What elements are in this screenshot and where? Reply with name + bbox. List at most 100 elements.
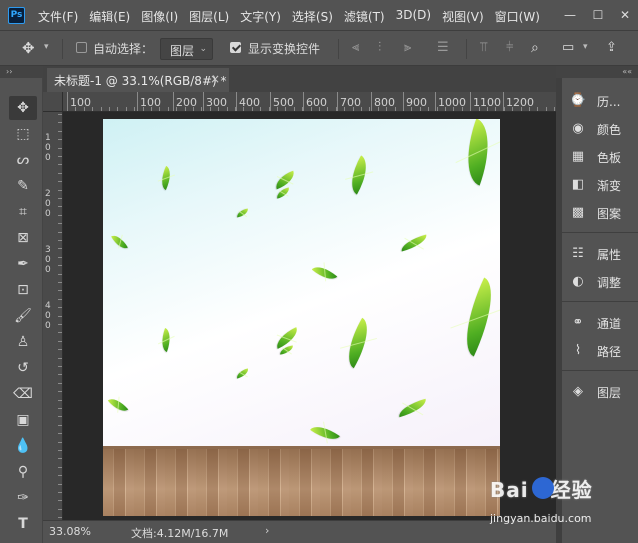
type-tool-icon[interactable]: T [9,512,37,536]
panel-channels[interactable]: ⚭ 通道 [567,312,635,334]
panel-gradients[interactable]: ◧ 渐变 [567,174,635,196]
ruler-minor-tick [58,164,62,165]
ruler-minor-tick [302,107,303,111]
ruler-minor-tick [58,425,62,426]
panel-paths[interactable]: ⌇ 路径 [567,340,635,362]
menu-select[interactable]: 选择(S) [292,8,333,25]
ruler-label: 600 [306,96,327,109]
menu-edit[interactable]: 编辑(E) [89,8,130,25]
separator [338,39,339,59]
dodge-tool-icon[interactable]: ⚲ [9,460,37,484]
workspace-dropdown-icon[interactable]: ▾ [583,42,588,52]
align-left-icon[interactable]: ⫷ [352,40,359,55]
menu-window[interactable]: 窗口(W) [495,8,540,25]
search-icon[interactable]: ⌕ [531,40,539,56]
show-transform-checkbox[interactable] [230,42,241,53]
toolbar-collapse[interactable]: ›› [0,66,43,78]
vertical-ruler[interactable]: 100200300400 [43,112,63,520]
gradient-tool-icon[interactable]: ▣ [9,408,37,432]
canvas-area[interactable] [63,112,556,520]
distribute-icon[interactable]: ☰ [437,40,449,55]
ruler-minor-tick [58,349,62,350]
ruler-tick [203,92,204,111]
healing-tool-icon[interactable]: ⊡ [9,278,37,302]
history-brush-tool-icon[interactable]: ↺ [9,356,37,380]
ruler-corner[interactable] [43,92,63,112]
crop-tool-icon[interactable]: ⌗ [9,200,37,224]
panel-label: 通道 [597,317,622,331]
zoom-level[interactable]: 33.08% [49,525,91,538]
horizontal-ruler[interactable]: 100 100 200 300 400 500 600 700 800 900 1000 1100 12… [63,92,556,112]
panels-collapse[interactable]: «« [556,66,638,78]
align-top-icon[interactable]: ⫪ [480,40,487,55]
status-menu-arrow[interactable]: › [265,524,269,537]
align-right-icon[interactable]: ⫸ [404,40,411,55]
blur-tool-icon[interactable]: 💧 [9,434,37,458]
minimize-button[interactable]: — [562,7,578,23]
preset-dropdown-icon[interactable]: ▾ [44,42,49,52]
document-tab-title: 未标题-1 @ 33.1%(RGB/8#) * [54,74,227,88]
ruler-minor-tick [243,107,244,111]
auto-select-checkbox[interactable] [76,42,87,53]
lasso-tool-icon[interactable]: ᔕ [9,148,37,172]
panel-patterns[interactable]: ▩ 图案 [567,202,635,224]
ruler-minor-tick [521,107,522,111]
close-window-button[interactable]: ✕ [617,7,633,23]
ruler-label: 0 [45,311,51,321]
menu-layer[interactable]: 图层(L) [189,8,229,25]
ruler-minor-tick [168,107,169,111]
leaf-image [272,170,298,190]
eyedropper-tool-icon[interactable]: ✒ [9,252,37,276]
panel-swatches[interactable]: ▦ 色板 [567,146,635,168]
ruler-minor-tick [58,173,62,174]
ruler-minor-tick [546,107,547,111]
ruler-minor-tick [101,107,102,111]
document-canvas[interactable] [103,119,500,516]
marquee-tool-icon[interactable]: ⬚ [9,122,37,146]
ruler-tick [371,92,372,111]
clone-stamp-tool-icon[interactable]: ♙ [9,330,37,354]
close-tab-icon[interactable]: × [210,72,220,86]
panel-color[interactable]: ◉ 颜色 [567,118,635,140]
move-tool-icon[interactable]: ✥ [9,96,37,120]
watermark-brand-text: Bai [490,478,529,502]
pen-tool-icon[interactable]: ✑ [9,486,37,510]
eraser-tool-icon[interactable]: ⌫ [9,382,37,406]
ruler-minor-tick [487,107,488,111]
leaf-image [107,394,129,416]
align-center-icon[interactable]: ⫶ [378,40,381,55]
quick-select-tool-icon[interactable]: ✎ [9,174,37,198]
menu-type[interactable]: 文字(Y) [240,8,281,25]
baidu-paw-icon [532,477,554,499]
brush-tool-icon[interactable]: 🖌 [9,304,37,328]
ruler-minor-tick [420,107,421,111]
workspace-icon[interactable]: ▭ [562,40,574,55]
move-tool-preset-icon[interactable]: ✥ [22,39,35,57]
ruler-minor-tick [58,307,62,308]
panel-history[interactable]: ⌚ 历... [567,90,635,112]
ruler-minor-tick [58,232,62,233]
menu-3d[interactable]: 3D(D) [396,8,431,25]
document-tab[interactable]: 未标题-1 @ 33.1%(RGB/8#) * × [47,68,229,92]
ruler-tick [303,92,304,111]
frame-tool-icon[interactable]: ⊠ [9,226,37,250]
share-icon[interactable]: ⇪ [606,40,617,55]
menu-view[interactable]: 视图(V) [442,8,484,25]
ruler-minor-tick [58,114,62,115]
panel-adjustments[interactable]: ◐ 调整 [567,271,635,293]
maximize-button[interactable]: ☐ [590,7,606,23]
ruler-minor-tick [58,290,62,291]
menu-image[interactable]: 图像(I) [141,8,178,25]
menu-file[interactable]: 文件(F) [38,8,78,25]
panel-properties[interactable]: ☷ 属性 [567,243,635,265]
align-middle-icon[interactable]: ⫩ [506,40,513,55]
ruler-minor-tick [445,107,446,111]
menu-filter[interactable]: 滤镜(T) [344,8,385,25]
ruler-label: 4 [45,301,51,311]
layers-stack-icon: ◈ [573,384,583,399]
separator [62,39,63,59]
panel-layers[interactable]: ◈ 图层 [567,381,635,403]
ruler-minor-tick [504,107,505,111]
separator [466,39,467,59]
auto-select-target-dropdown[interactable]: 图层 ⌄ [160,38,213,60]
